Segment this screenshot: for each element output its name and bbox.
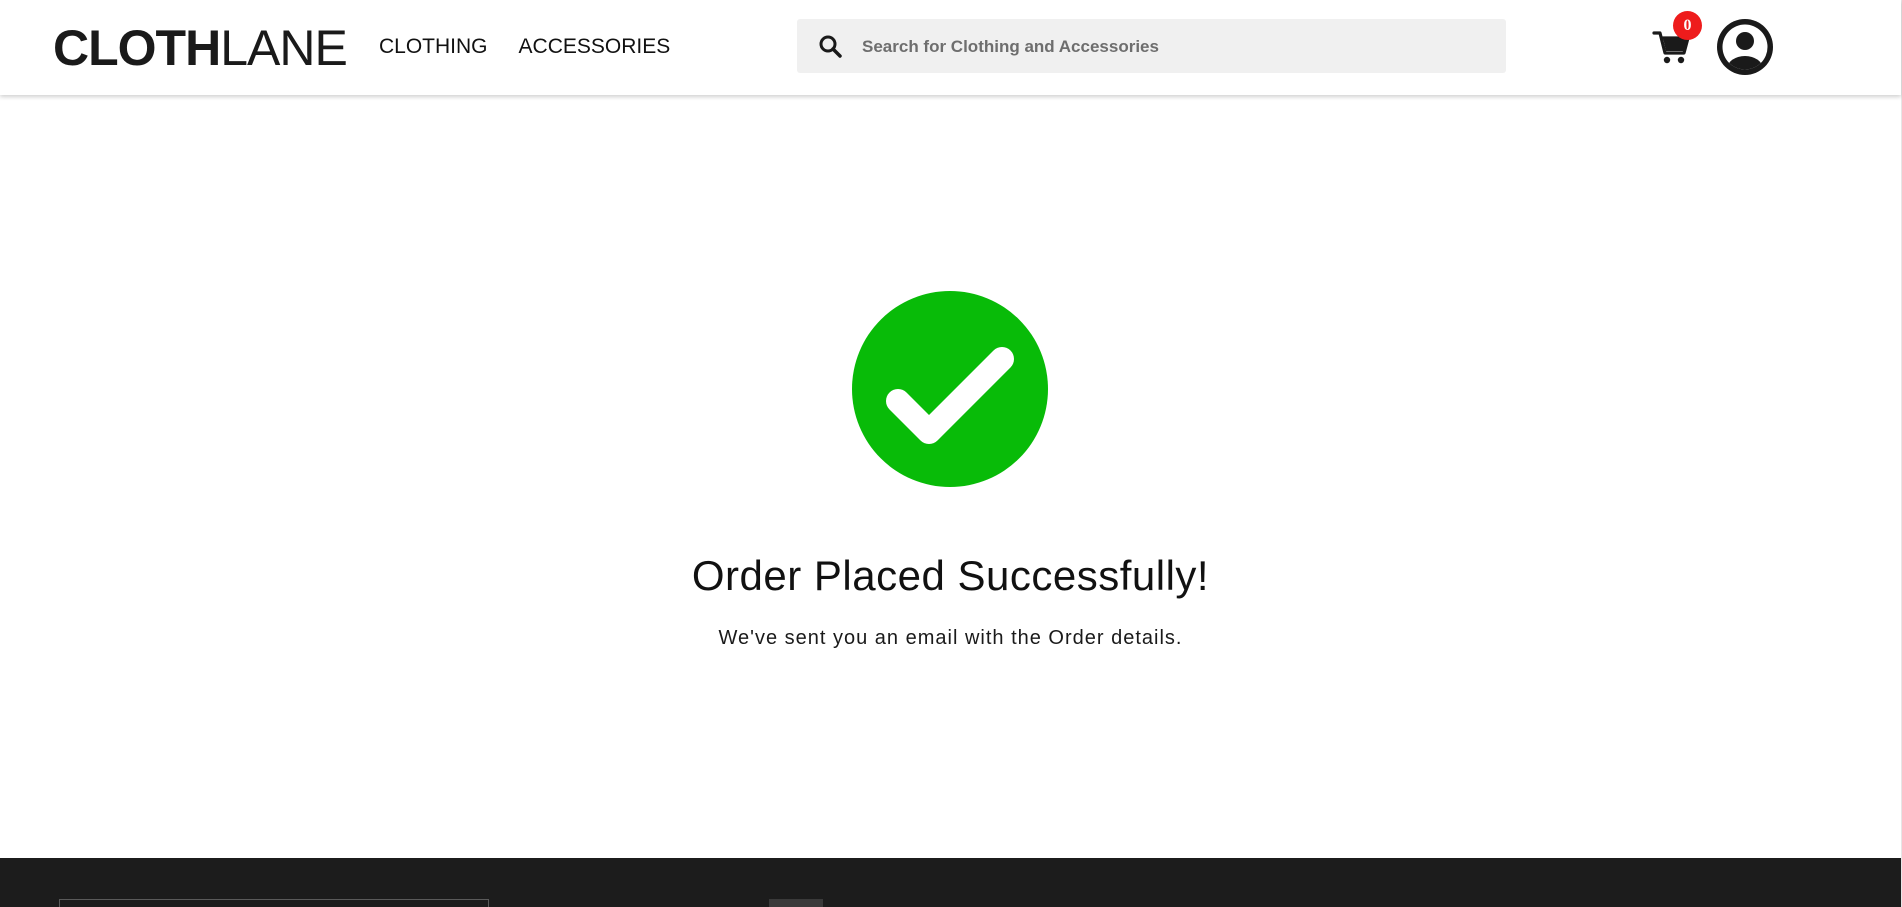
order-confirmation: Order Placed Successfully! We've sent yo… bbox=[0, 95, 1901, 858]
site-footer bbox=[0, 858, 1901, 907]
logo-thin-text: LANE bbox=[220, 20, 348, 76]
cart-count-badge: 0 bbox=[1673, 11, 1702, 40]
nav-link-clothing[interactable]: CLOTHING bbox=[379, 34, 488, 60]
confirmation-message: We've sent you an email with the Order d… bbox=[718, 627, 1183, 649]
confirmation-title: Order Placed Successfully! bbox=[691, 552, 1210, 599]
footer-submit-button[interactable] bbox=[769, 899, 823, 907]
check-circle-icon bbox=[852, 291, 1048, 487]
search-input[interactable] bbox=[860, 19, 1484, 75]
footer-newsletter-input[interactable] bbox=[59, 899, 489, 907]
nav-link-accessories[interactable]: ACCESSORIES bbox=[519, 34, 671, 60]
page: CLOTHLANE CLOTHING ACCESSORIES 0 bbox=[0, 0, 1902, 907]
logo-bold-text: CLOTH bbox=[53, 20, 221, 76]
main-nav: CLOTHING ACCESSORIES bbox=[379, 34, 670, 60]
search-icon[interactable] bbox=[818, 34, 842, 58]
search-bar[interactable] bbox=[797, 19, 1506, 75]
site-header: CLOTHLANE CLOTHING ACCESSORIES 0 bbox=[0, 0, 1901, 95]
brand-logo[interactable]: CLOTHLANE bbox=[53, 20, 348, 76]
user-avatar-icon[interactable] bbox=[1717, 19, 1773, 75]
